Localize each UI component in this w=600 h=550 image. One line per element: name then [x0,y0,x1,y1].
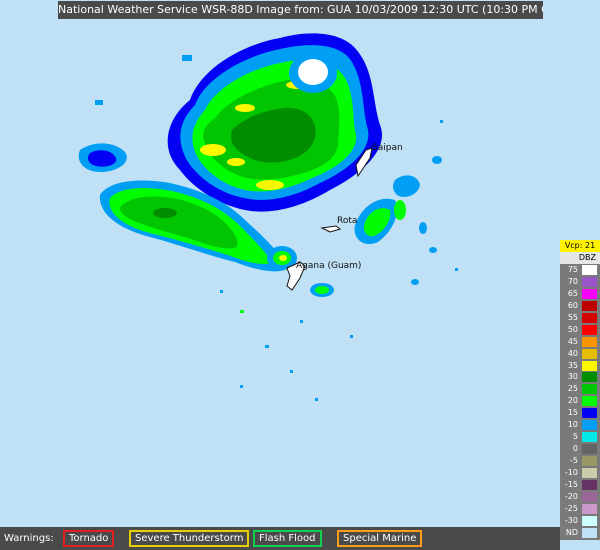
place-label-agana-guam: Agana (Guam) [296,261,362,271]
legend-level-label: -10 [564,467,578,477]
legend-level-label: 35 [567,360,578,370]
legend-level-label: -5 [570,456,578,465]
legend-row: 75 [560,264,600,276]
legend-color-swatch [582,479,597,490]
legend-level-label: ND [565,527,578,537]
legend-level-label: 30 [567,372,578,382]
legend-color-swatch [582,527,597,538]
legend-row: 10 [560,419,600,431]
legend-color-swatch [582,491,597,502]
legend-row: 5 [560,431,600,443]
legend-row: 35 [560,360,600,372]
warning-special-marine[interactable]: Special Marine [337,530,423,547]
reflectivity-legend: Vcp: 21 DBZ 75 70 65 60 55 50 45 40 35 30 25 20 15 10… [560,240,600,540]
legend-level-label: 15 [567,408,578,418]
legend-level-label: 70 [567,276,578,286]
legend-color-swatch [582,444,597,455]
legend-row: -30 [560,515,600,527]
legend-row: -5 [560,455,600,467]
legend-level-label: -15 [564,479,578,489]
legend-level-label: 5 [572,432,578,442]
legend-row: 0 [560,443,600,455]
legend-level-label: 40 [567,348,578,358]
legend-color-swatch [582,288,597,299]
legend-color-swatch [582,503,597,514]
legend-level-label: 0 [572,444,578,454]
legend-color-swatch [582,265,597,275]
legend-color-swatch [582,276,597,287]
legend-level-label: -25 [564,503,578,513]
legend-color-swatch [582,372,597,383]
legend-color-swatch [582,348,597,359]
legend-unit-label: DBZ [560,252,600,264]
legend-color-swatch [582,384,597,395]
legend-level-label: 75 [567,265,578,274]
legend-color-swatch [582,360,597,371]
legend-row: 25 [560,383,600,395]
legend-row: 20 [560,395,600,407]
legend-color-swatch [582,396,597,407]
legend-level-label: -30 [564,515,578,525]
legend-row: 50 [560,324,600,336]
legend-row: 40 [560,348,600,360]
legend-level-label: 55 [567,312,578,322]
legend-row: -25 [560,503,600,515]
warning-flash-flood[interactable]: Flash Flood [253,530,322,547]
legend-level-label: 25 [567,384,578,394]
legend-color-swatch [582,420,597,431]
legend-level-label: 50 [567,324,578,334]
legend-color-swatch [582,300,597,311]
place-label-rota: Rota [337,216,358,226]
legend-row: 55 [560,312,600,324]
warning-severe-thunderstorm[interactable]: Severe Thunderstorm [129,530,250,547]
legend-row: ND [560,527,600,539]
warnings-bar: Warnings: Tornado Severe Thunderstorm Fl… [0,527,560,550]
legend-level-label: 10 [567,420,578,430]
legend-color-swatch [582,432,597,443]
legend-color-swatch [582,467,597,478]
legend-row: 30 [560,371,600,383]
legend-color-swatch [582,336,597,347]
legend-row: 65 [560,288,600,300]
radar-reflectivity-map [0,0,600,550]
radar-viewer: National Weather Service WSR-88D Image f… [0,0,600,550]
legend-level-label: 65 [567,288,578,298]
legend-color-swatch [582,515,597,526]
page-title: National Weather Service WSR-88D Image f… [58,1,543,19]
legend-color-swatch [582,456,597,466]
legend-color-swatch [582,408,597,419]
legend-row: -10 [560,467,600,479]
legend-row: 60 [560,300,600,312]
legend-row: -15 [560,479,600,491]
legend-row: 70 [560,276,600,288]
warning-tornado[interactable]: Tornado [63,530,115,547]
legend-level-label: 45 [567,336,578,346]
legend-level-label: 60 [567,300,578,310]
legend-row: 15 [560,407,600,419]
place-label-saipan: Saipan [372,143,403,153]
legend-row: -20 [560,491,600,503]
legend-color-swatch [582,312,597,323]
legend-color-swatch [582,324,597,335]
vcp-label: Vcp: 21 [560,240,600,252]
legend-row: 45 [560,336,600,348]
legend-level-label: -20 [564,491,578,501]
warnings-label: Warnings: [4,533,54,544]
legend-level-label: 20 [567,396,578,406]
